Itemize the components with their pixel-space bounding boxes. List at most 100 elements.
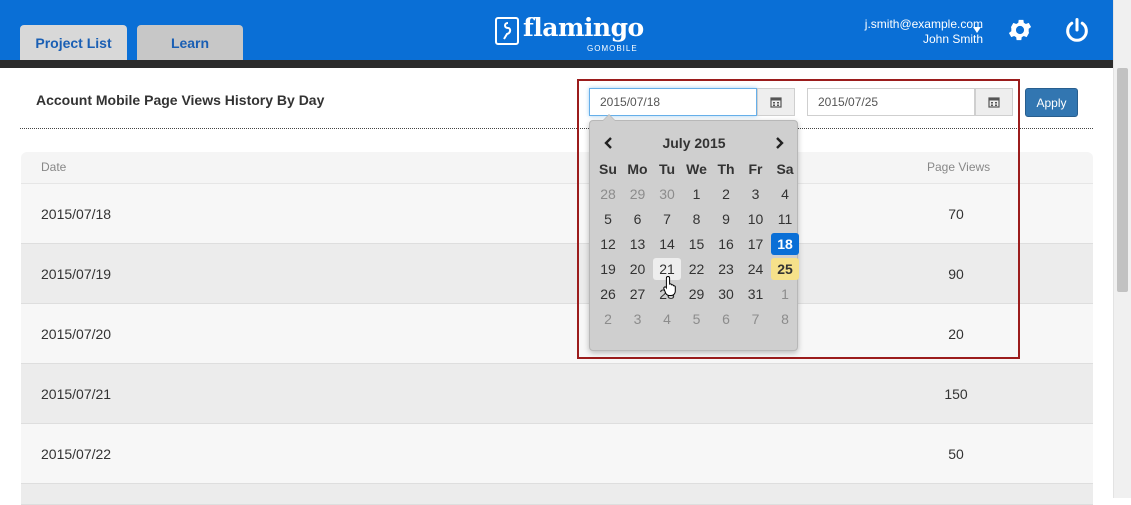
start-date-calendar-button[interactable] [757,88,795,116]
calendar-day[interactable]: 7 [653,208,681,230]
calendar-day[interactable]: 12 [594,233,622,255]
weekday-header: Su [599,161,617,177]
row-date: 2015/07/20 [41,326,112,342]
calendar-day[interactable]: 17 [742,233,770,255]
calendar-day[interactable]: 9 [712,208,740,230]
calendar-day[interactable]: 21 [653,258,681,280]
table-header: Date Page Views [21,152,1093,184]
row-views: 90 [948,266,964,282]
calendar-day[interactable]: 4 [771,183,799,205]
calendar-day[interactable]: 28 [653,283,681,305]
calendar-icon [770,97,782,108]
calendar-day[interactable]: 2 [712,183,740,205]
calendar-day[interactable]: 22 [683,258,711,280]
page-views-column-header[interactable]: Page Views [927,160,990,174]
scrollbar-thumb[interactable] [1117,68,1128,292]
calendar-day[interactable]: 1 [683,183,711,205]
weekday-header: We [686,161,707,177]
calendar-day[interactable]: 7 [742,308,770,330]
chevron-left-icon [604,137,612,149]
table-row[interactable]: 2015/07/21 150 [21,364,1093,424]
tab-project-list[interactable]: Project List [20,25,127,60]
next-month-button[interactable] [770,133,790,153]
calendar-day[interactable]: 29 [683,283,711,305]
user-name: John Smith [922,32,983,46]
page-title: Account Mobile Page Views History By Day [36,92,325,108]
start-date-input[interactable] [589,88,757,116]
calendar-day[interactable]: 19 [594,258,622,280]
page-scrollbar[interactable] [1113,0,1131,498]
calendar-day[interactable]: 23 [712,258,740,280]
weekday-header: Mo [627,161,648,177]
calendar-day[interactable]: 30 [653,183,681,205]
calendar-day[interactable]: 4 [653,308,681,330]
caret-down-icon[interactable] [973,27,981,33]
page-views-table: Date Page Views 2015/07/18 70 2015/07/19… [21,152,1093,505]
calendar-day[interactable]: 1 [771,283,799,305]
calendar-day[interactable]: 25 [771,258,799,280]
tab-project-list-label: Project List [35,34,112,51]
calendar-day[interactable]: 16 [712,233,740,255]
calendar-day[interactable]: 8 [771,308,799,330]
weekday-header: Fr [748,161,763,177]
calendar-day[interactable]: 14 [653,233,681,255]
logo-subtitle: GOMOBILE [587,44,638,53]
end-date-input[interactable] [807,88,975,116]
weekday-header: Tu [658,161,676,177]
apply-button[interactable]: Apply [1025,88,1078,117]
calendar-day[interactable]: 30 [712,283,740,305]
power-icon[interactable] [1063,16,1091,44]
calendar-day[interactable]: 27 [624,283,652,305]
calendar-day[interactable]: 6 [712,308,740,330]
calendar-day[interactable]: 18 [771,233,799,255]
calendar-day[interactable]: 26 [594,283,622,305]
table-row[interactable]: 2015/07/19 90 [21,244,1093,304]
calendar-day[interactable]: 11 [771,208,799,230]
calendar-day[interactable]: 28 [594,183,622,205]
flamingo-logo[interactable]: flamingo GOMOBILE [495,13,644,55]
row-views: 150 [944,386,968,402]
end-date-calendar-button[interactable] [975,88,1013,116]
datepicker-month-title[interactable]: July 2015 [630,135,758,151]
table-row[interactable]: 2015/07/22 50 [21,424,1093,484]
chevron-right-icon [776,137,784,149]
calendar-day[interactable]: 10 [742,208,770,230]
previous-month-button[interactable] [598,133,618,153]
user-menu[interactable]: j.smith@example.com John Smith [865,17,983,47]
row-date: 2015/07/22 [41,446,112,462]
row-views: 70 [948,206,964,222]
calendar-day[interactable]: 5 [683,308,711,330]
calendar-day[interactable]: 3 [624,308,652,330]
table-row[interactable]: 2015/07/20 20 [21,304,1093,364]
main-content: Account Mobile Page Views History By Day… [0,68,1113,505]
gear-icon[interactable] [1006,16,1034,44]
row-views: 20 [948,326,964,342]
calendar-icon [988,97,1000,108]
calendar-day[interactable]: 2 [594,308,622,330]
table-row-partial[interactable] [21,484,1093,505]
datepicker-popup: July 2015 Su Mo Tu We Th Fr Sa 28 29 30 1 2 3 4 5 6 7 8 9 1… [589,114,799,351]
date-column-header[interactable]: Date [41,160,66,174]
table-row[interactable]: 2015/07/18 70 [21,184,1093,244]
row-date: 2015/07/21 [41,386,112,402]
calendar-day[interactable]: 29 [624,183,652,205]
user-email: j.smith@example.com [864,17,983,31]
datepicker-pointer [602,114,616,121]
logo-text: flamingo [523,13,644,42]
weekday-header: Sa [776,161,794,177]
flamingo-logo-icon [495,17,519,45]
calendar-day[interactable]: 13 [624,233,652,255]
calendar-day[interactable]: 24 [742,258,770,280]
row-views: 50 [948,446,964,462]
tab-learn[interactable]: Learn [137,25,243,60]
weekday-header: Th [717,161,735,177]
calendar-day[interactable]: 8 [683,208,711,230]
calendar-day[interactable]: 5 [594,208,622,230]
calendar-day[interactable]: 31 [742,283,770,305]
calendar-day[interactable]: 6 [624,208,652,230]
row-date: 2015/07/18 [41,206,112,222]
row-date: 2015/07/19 [41,266,112,282]
calendar-day[interactable]: 20 [624,258,652,280]
calendar-day[interactable]: 3 [742,183,770,205]
calendar-day[interactable]: 15 [683,233,711,255]
